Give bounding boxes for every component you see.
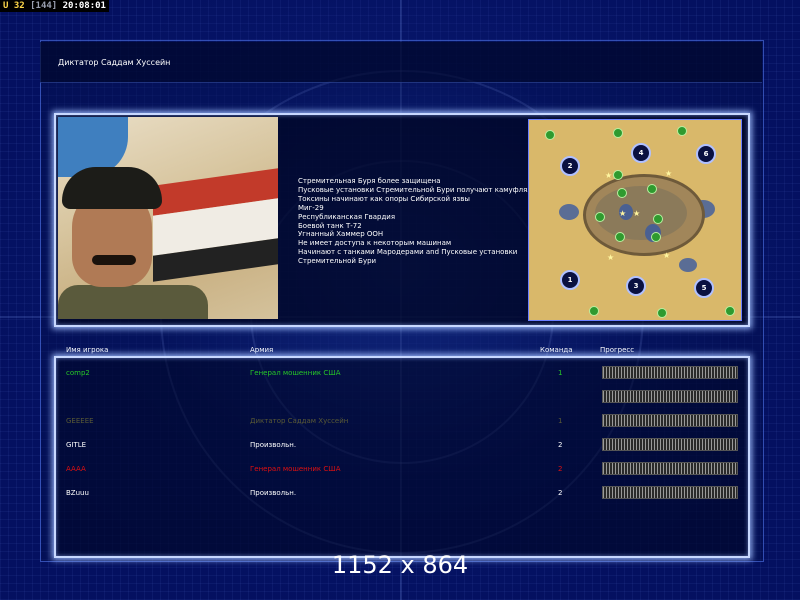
player-team: 2: [558, 441, 563, 449]
cash-pile-icon: [651, 232, 661, 242]
general-title: Диктатор Саддам Хуссейн: [58, 58, 171, 67]
clock: 20:08:01: [62, 1, 106, 11]
player-row: GEEEEE Диктатор Саддам Хуссейн 1: [0, 414, 800, 429]
cash-pile-icon: [653, 214, 663, 224]
player-name: GITLE: [66, 441, 87, 449]
player-row: comp2 Генерал мошенник США 1: [0, 366, 800, 381]
progress-bar: [602, 366, 738, 379]
progress-bar: [602, 462, 738, 475]
progress-bar: [602, 486, 738, 499]
player-row: AAAA Генерал мошенник США 2: [0, 462, 800, 477]
description-line: Не имеет доступа к некоторым машинам: [298, 239, 452, 248]
cash-pile-icon: [595, 212, 605, 222]
cash-pile-icon: [545, 130, 555, 140]
player-army: Произвольн.: [250, 441, 297, 449]
resolution-label: 1152 x 864: [331, 551, 469, 579]
player-name: BZuuu: [66, 489, 89, 497]
description-line: Миг-29: [298, 203, 324, 212]
player-team: 1: [558, 369, 563, 377]
player-army: Генерал мошенник США: [250, 465, 341, 473]
start-position-4[interactable]: 4: [631, 143, 651, 163]
cash-pile-icon: [615, 232, 625, 242]
cash-pile-icon: [613, 128, 623, 138]
player-team: 2: [558, 465, 563, 473]
oil-derrick-icon: ★: [663, 251, 671, 260]
cash-pile-icon: [589, 306, 599, 316]
general-description: Стремительная Буря более защищена Пусков…: [298, 177, 534, 266]
description-line: Боевой танк Т-72: [298, 221, 362, 230]
start-position-5[interactable]: 5: [694, 278, 714, 298]
description-line: Начинают с танками Мародерами and Пусков…: [298, 248, 518, 257]
cash-pile-icon: [647, 184, 657, 194]
player-row: GITLE Произвольн. 2: [0, 438, 800, 453]
map-preview: 1 2 3 4 5 6 ★ ★ ★ ★ ★ ★: [528, 119, 742, 321]
oil-derrick-icon: ★: [633, 209, 641, 218]
cash-pile-icon: [725, 306, 735, 316]
oil-derrick-icon: ★: [607, 253, 615, 262]
column-header-army: Армия: [250, 346, 274, 354]
start-position-2[interactable]: 2: [560, 156, 580, 176]
description-line: Угнанный Хаммер ООН: [298, 230, 384, 239]
cash-pile-icon: [613, 170, 623, 180]
player-army: Произвольн.: [250, 489, 297, 497]
player-team: 2: [558, 489, 563, 497]
player-name: AAAA: [66, 465, 86, 473]
progress-bar: [602, 390, 738, 403]
player-name: GEEEEE: [66, 417, 94, 425]
description-line: Стремительной Бури: [298, 257, 377, 266]
player-team: 1: [558, 417, 563, 425]
frame-counter: [144]: [30, 1, 58, 11]
debug-hud: U 32 [144] 20:08:01: [0, 0, 109, 12]
column-header-name: Имя игрока: [66, 346, 109, 354]
progress-bar: [602, 414, 738, 427]
description-line: Пусковые установки Стремительной Бури по…: [298, 185, 534, 194]
cash-pile-icon: [617, 188, 627, 198]
description-line: Республиканская Гвардия: [298, 212, 396, 221]
player-row: BZuuu Произвольн. 2: [0, 486, 800, 501]
cash-pile-icon: [677, 126, 687, 136]
start-position-1[interactable]: 1: [560, 270, 580, 290]
oil-derrick-icon: ★: [619, 209, 627, 218]
column-header-progress: Прогресс: [600, 346, 635, 354]
start-position-6[interactable]: 6: [696, 144, 716, 164]
unit-count: U 32: [3, 1, 25, 11]
start-position-3[interactable]: 3: [626, 276, 646, 296]
description-line: Стремительная Буря более защищена: [298, 177, 441, 185]
general-portrait: [58, 117, 278, 319]
player-name: comp2: [66, 369, 90, 377]
player-row: [0, 390, 800, 405]
player-army: Генерал мошенник США: [250, 369, 341, 377]
progress-bar: [602, 438, 738, 451]
oil-derrick-icon: ★: [605, 171, 613, 180]
description-line: Токсины начинают как опоры Сибирской язв…: [298, 194, 470, 203]
oil-derrick-icon: ★: [665, 169, 673, 178]
player-army: Диктатор Саддам Хуссейн: [250, 417, 349, 425]
players-list-frame: [54, 356, 750, 558]
cash-pile-icon: [657, 308, 667, 318]
column-header-team: Команда: [540, 346, 573, 354]
